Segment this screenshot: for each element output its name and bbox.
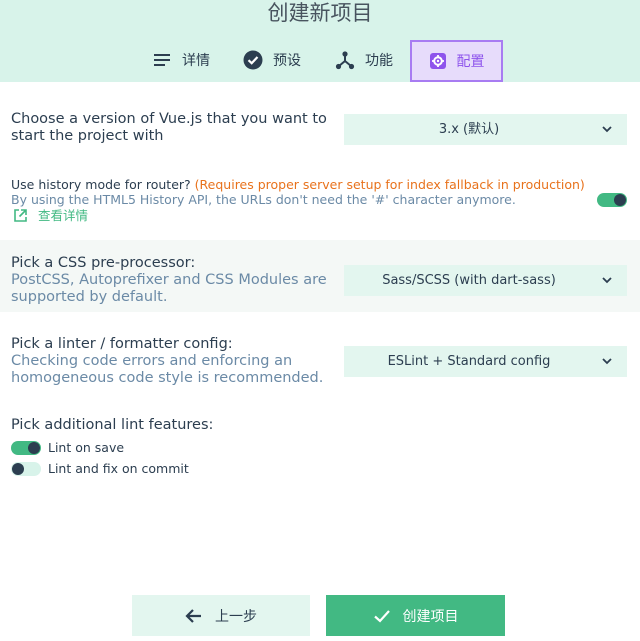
- lint-features-prompt: Pick additional lint features:: [11, 417, 214, 433]
- arrow-left-icon: [185, 608, 203, 624]
- select-value: ESLint + Standard config: [387, 354, 551, 369]
- vue-version-select[interactable]: 3.x (默认): [344, 114, 627, 145]
- chevron-down-icon: [602, 358, 612, 365]
- tab-label: 配置: [456, 54, 485, 70]
- tab-label: 功能: [365, 53, 393, 69]
- desc-line: supported by default.: [11, 289, 168, 305]
- prompt-line: start the project with: [11, 128, 164, 144]
- toggle-knob: [12, 463, 24, 475]
- css-preprocessor-prompt: Pick a CSS pre-processor:: [11, 255, 196, 271]
- back-button[interactable]: 上一步: [132, 595, 310, 636]
- lint-on-save-label: Lint on save: [48, 440, 125, 455]
- tab-features[interactable]: 功能: [334, 40, 393, 80]
- history-mode-row: Use history mode for router? (Requires p…: [0, 170, 640, 230]
- desc-line: PostCSS, Autoprefixer and CSS Modules ar…: [11, 272, 327, 288]
- css-preprocessor-description: PostCSS, Autoprefixer and CSS Modules ar…: [11, 272, 327, 306]
- css-preprocessor-select[interactable]: Sass/SCSS (with dart-sass): [344, 265, 627, 296]
- tab-presets[interactable]: 预设: [242, 40, 301, 80]
- linter-prompt: Pick a linter / formatter config:: [11, 336, 233, 352]
- prompt-text: Use history mode for router?: [11, 177, 191, 192]
- lint-on-save-toggle[interactable]: [11, 441, 41, 455]
- tab-configuration[interactable]: 配置: [410, 40, 503, 82]
- list-icon: [151, 49, 173, 71]
- lint-fix-on-commit-label: Lint and fix on commit: [48, 461, 189, 476]
- more-info-link[interactable]: 查看详情: [13, 208, 88, 223]
- lint-features-row: Pick additional lint features: Lint on s…: [0, 405, 640, 485]
- desc-line: homogeneous code style is recommended.: [11, 370, 324, 386]
- tab-details[interactable]: 详情: [151, 40, 210, 80]
- chevron-down-icon: [602, 277, 612, 284]
- select-value: Sass/SCSS (with dart-sass): [382, 273, 556, 288]
- tab-label: 详情: [182, 53, 210, 69]
- select-value: 3.x (默认): [438, 122, 500, 137]
- header: 创建新项目 详情 预设 功能 配置: [0, 0, 640, 82]
- step-tabs: 详情 预设 功能 配置: [0, 40, 640, 82]
- create-project-label: 创建项目: [402, 608, 459, 625]
- history-mode-toggle[interactable]: [597, 193, 627, 207]
- desc-line: Checking code errors and enforcing an: [11, 353, 293, 369]
- toggle-knob: [28, 442, 40, 454]
- css-preprocessor-row: Pick a CSS pre-processor: PostCSS, Autop…: [0, 240, 640, 312]
- check-circle-icon: [242, 49, 264, 71]
- back-button-label: 上一步: [215, 608, 257, 625]
- linter-select[interactable]: ESLint + Standard config: [344, 346, 627, 377]
- vue-version-prompt: Choose a version of Vue.js that you want…: [11, 111, 327, 145]
- link-label: 查看详情: [38, 208, 89, 223]
- chevron-down-icon: [602, 126, 612, 133]
- external-link-icon: [14, 209, 27, 222]
- create-project-button[interactable]: 创建项目: [326, 595, 505, 636]
- linter-row: Pick a linter / formatter config: Checki…: [0, 322, 640, 394]
- fork-icon: [334, 49, 356, 71]
- toggle-knob: [614, 194, 626, 206]
- history-mode-description: By using the HTML5 History API, the URLs…: [11, 192, 516, 207]
- page-title: 创建新项目: [267, 1, 373, 25]
- vue-version-row: Choose a version of Vue.js that you want…: [0, 100, 640, 158]
- gear-icon: [429, 50, 447, 72]
- warning-text: (Requires proper server setup for index …: [194, 177, 585, 192]
- lint-fix-on-commit-toggle[interactable]: [11, 462, 41, 476]
- check-icon: [373, 608, 391, 624]
- history-mode-prompt: Use history mode for router? (Requires p…: [11, 177, 585, 192]
- linter-description: Checking code errors and enforcing an ho…: [11, 353, 323, 387]
- tab-label: 预设: [273, 53, 301, 69]
- prompt-line: Choose a version of Vue.js that you want…: [11, 111, 327, 127]
